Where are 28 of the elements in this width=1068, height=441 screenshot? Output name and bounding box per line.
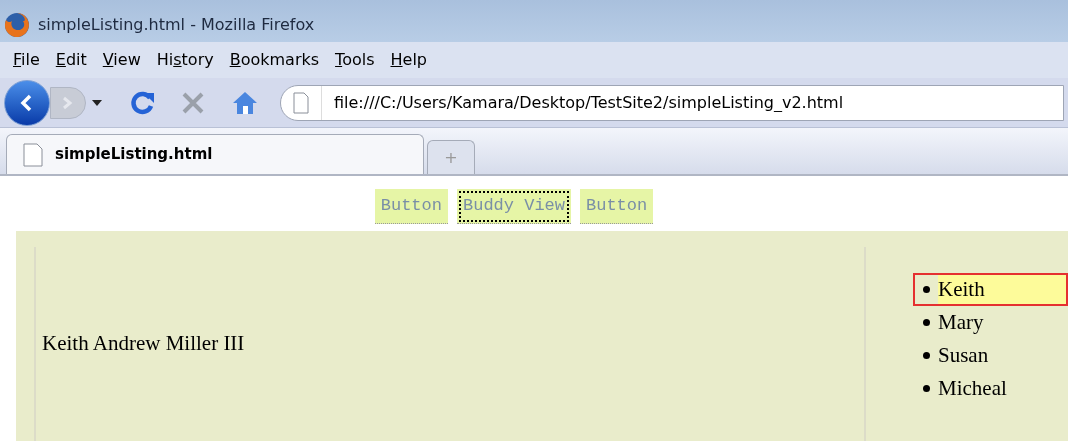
list-item[interactable]: Susan xyxy=(913,339,1068,372)
back-button[interactable] xyxy=(4,79,50,126)
menu-item[interactable]: View xyxy=(102,48,141,72)
firefox-logo-icon xyxy=(4,12,30,38)
bullet-icon xyxy=(923,385,930,392)
list-item-label: Susan xyxy=(938,341,990,369)
window-title: simpleListing.html - Mozilla Firefox xyxy=(38,14,315,36)
browser-tab[interactable]: simpleListing.html xyxy=(6,134,424,174)
bullet-icon xyxy=(923,352,930,359)
list-item[interactable]: Micheal xyxy=(913,372,1068,405)
menu-item[interactable]: Bookmarks xyxy=(229,48,320,72)
detail-text: Keith Andrew Miller III xyxy=(42,330,245,358)
page-icon xyxy=(23,142,43,167)
list-item[interactable]: Mary xyxy=(913,306,1068,339)
bullet-icon xyxy=(923,286,930,293)
menu-item[interactable]: History xyxy=(156,48,214,72)
menu-item[interactable]: Tools xyxy=(335,48,375,72)
list-item[interactable]: Keith xyxy=(913,273,1068,306)
list-item-label: Keith xyxy=(938,275,1066,304)
address-field[interactable]: file:///C:/Users/Kamara/Desktop/TestSite2/simpleListing_v2.html xyxy=(280,84,1064,121)
menu-item[interactable]: Edit xyxy=(55,48,87,72)
page-icon xyxy=(293,91,309,114)
list-item-label: Mary xyxy=(938,308,985,336)
caret-icon xyxy=(92,99,102,106)
menu-item[interactable]: File xyxy=(13,48,40,72)
bullet-icon xyxy=(923,319,930,326)
menu-item[interactable]: Help xyxy=(390,48,427,72)
list-item-label: Micheal xyxy=(938,374,1008,402)
